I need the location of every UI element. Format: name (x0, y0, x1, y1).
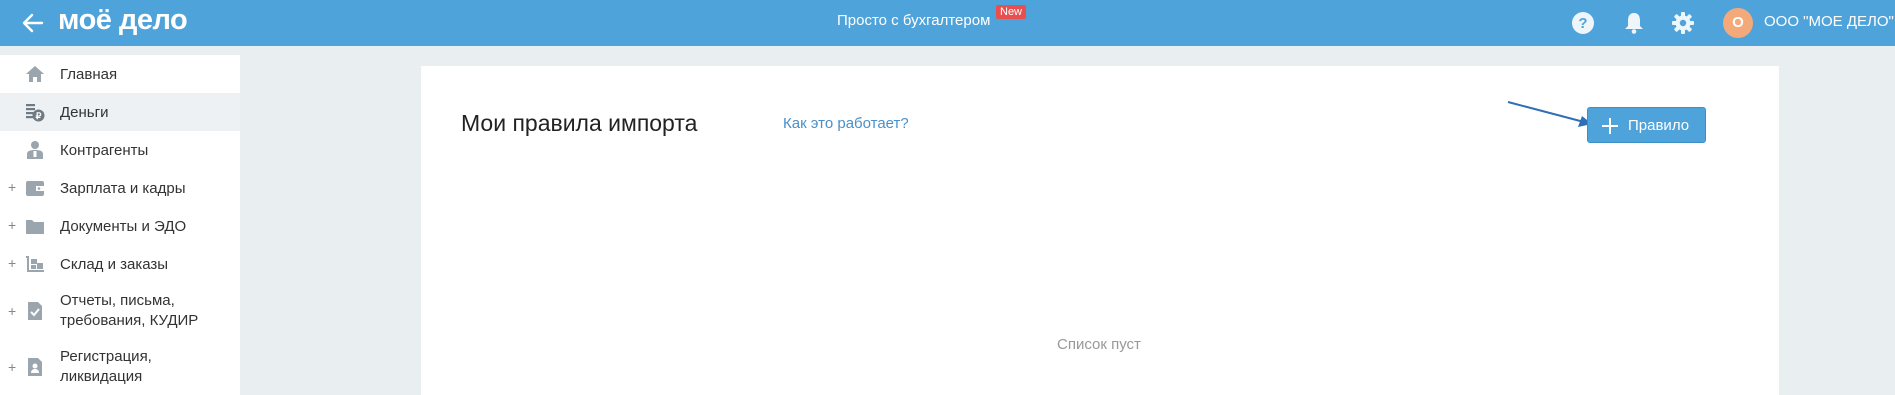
bell-icon[interactable] (1621, 10, 1647, 36)
sidebar-item-label-line2: ликвидация (60, 368, 143, 385)
expand-plus-icon[interactable]: + (8, 217, 16, 233)
expand-plus-icon[interactable]: + (8, 255, 16, 271)
plus-icon (1602, 118, 1618, 134)
sidebar-item-warehouse[interactable]: + Склад и заказы (0, 245, 240, 283)
sidebar-item-label: Зарплата и кадры (60, 180, 186, 197)
annotation-arrow-icon (1507, 101, 1592, 127)
add-rule-button[interactable]: Правило (1587, 107, 1706, 143)
home-icon (26, 66, 44, 82)
help-icon[interactable]: ? (1570, 10, 1596, 36)
expand-plus-icon[interactable]: + (8, 179, 16, 195)
sidebar: Главная ₽ Деньги Контрагенты + Зарплата … (0, 55, 240, 395)
gear-icon[interactable] (1670, 10, 1696, 36)
accountant-link[interactable]: Просто с бухгалтером (837, 12, 990, 29)
svg-text:?: ? (1578, 15, 1587, 32)
folder-icon (26, 220, 44, 234)
top-bar: моё дело Просто с бухгалтером New ? О ОО… (0, 0, 1895, 46)
sidebar-item-label: Документы и ЭДО (60, 218, 187, 235)
expand-plus-icon[interactable]: + (8, 359, 16, 375)
avatar[interactable]: О (1723, 8, 1753, 38)
sidebar-item-label: Контрагенты (60, 142, 149, 159)
sidebar-item-label-line1: Отчеты, письма, (60, 292, 175, 309)
add-rule-label: Правило (1628, 117, 1690, 134)
how-it-works-link[interactable]: Как это работает? (783, 115, 909, 132)
sidebar-item-label-line2: требования, КУДИР (60, 312, 199, 329)
sidebar-item-label: Главная (60, 66, 118, 83)
sidebar-item-salary[interactable]: + Зарплата и кадры (0, 169, 240, 207)
sidebar-item-reports[interactable]: + Отчеты, письма, требования, КУДИР (0, 283, 240, 339)
warehouse-icon (26, 256, 44, 272)
empty-list-text: Список пуст (1057, 336, 1141, 353)
wallet-icon (26, 181, 44, 196)
sidebar-item-label: Склад и заказы (60, 256, 169, 273)
svg-text:₽: ₽ (36, 111, 42, 121)
sidebar-item-documents[interactable]: + Документы и ЭДО (0, 207, 240, 245)
sidebar-item-money[interactable]: ₽ Деньги (0, 93, 240, 131)
sidebar-item-home[interactable]: Главная (0, 55, 240, 93)
sidebar-item-label-line1: Регистрация, (60, 348, 152, 365)
contractors-icon (27, 141, 43, 159)
money-icon: ₽ (26, 104, 45, 122)
sidebar-item-label: Деньги (60, 104, 109, 121)
new-badge: New (996, 5, 1027, 19)
logo[interactable]: моё дело (58, 4, 188, 37)
registration-icon (28, 358, 42, 376)
expand-plus-icon[interactable]: + (8, 303, 16, 319)
import-rules-panel: Мои правила импорта Как это работает? Пр… (421, 66, 1779, 395)
report-icon (28, 302, 42, 320)
sidebar-item-registration[interactable]: + Регистрация, ликвидация (0, 339, 240, 395)
organization-name[interactable]: ООО "МОЕ ДЕЛО" (1764, 13, 1894, 30)
page-title: Мои правила импорта (461, 110, 698, 136)
sidebar-item-contractors[interactable]: Контрагенты (0, 131, 240, 169)
back-arrow-icon[interactable] (20, 10, 46, 36)
